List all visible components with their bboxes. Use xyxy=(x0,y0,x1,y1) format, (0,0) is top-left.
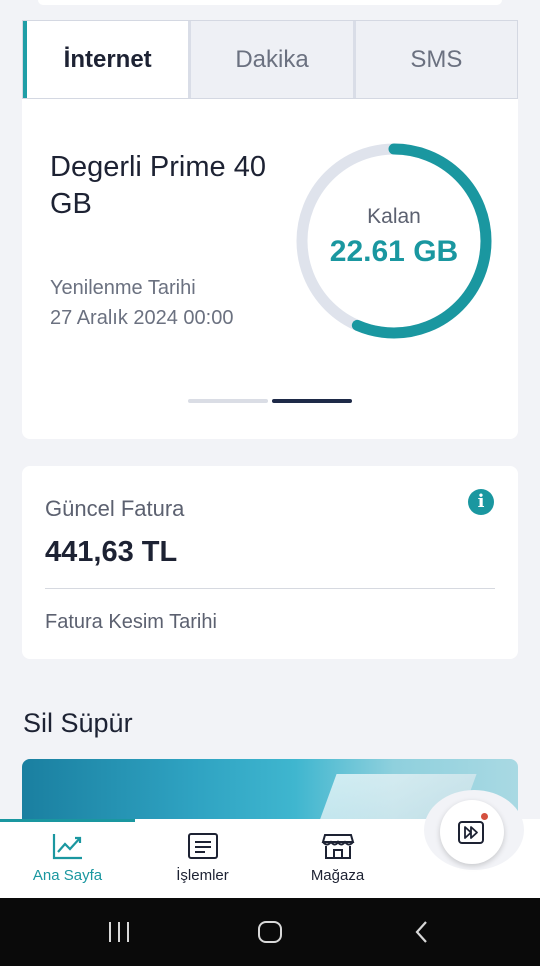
fab-button[interactable] xyxy=(440,800,504,864)
bill-cut-date-label: Fatura Kesim Tarihi xyxy=(45,611,217,633)
store-icon xyxy=(321,834,354,859)
nav-item-ana-sayfa[interactable]: Ana Sayfa xyxy=(0,831,135,884)
bill-card[interactable]: Güncel Fatura i 441,63 TL Fatura Kesim T… xyxy=(22,466,518,659)
renewal-date: 27 Aralık 2024 00:00 xyxy=(50,307,234,329)
system-navigation-bar xyxy=(0,898,540,966)
carousel-indicator xyxy=(188,399,352,403)
tab-internet[interactable]: İnternet xyxy=(23,21,189,98)
bill-title: Güncel Fatura xyxy=(45,496,185,521)
section-title: Sil Süpür xyxy=(23,708,133,738)
back-icon[interactable] xyxy=(410,920,434,944)
nav-active-indicator xyxy=(0,819,135,822)
chart-line-icon xyxy=(52,834,82,860)
tab-sms[interactable]: SMS xyxy=(355,21,517,98)
bill-amount: 441,63 TL xyxy=(45,536,178,568)
usage-tabs: İnternet Dakika SMS xyxy=(22,20,518,99)
carousel-dot[interactable] xyxy=(188,399,268,403)
renewal-label: Yenilenme Tarihi xyxy=(50,277,196,299)
nav-item-magaza[interactable]: Mağaza xyxy=(270,831,405,884)
tab-dakika[interactable]: Dakika xyxy=(191,21,353,98)
nav-label-islemler: İşlemler xyxy=(176,867,229,884)
receipt-icon xyxy=(187,833,218,859)
previous-card-edge xyxy=(38,0,502,5)
notification-dot xyxy=(479,811,490,822)
remaining-label: Kalan xyxy=(367,205,421,228)
remaining-value: 22.61 GB xyxy=(329,235,459,268)
home-icon[interactable] xyxy=(256,920,284,944)
nav-label-ana-sayfa: Ana Sayfa xyxy=(32,867,103,884)
nav-item-islemler[interactable]: İşlemler xyxy=(135,831,270,884)
carousel-dot-active[interactable] xyxy=(272,399,352,403)
nav-label-magaza: Mağaza xyxy=(310,867,365,884)
package-name: Degerli Prime 40 GB xyxy=(50,151,266,220)
info-icon[interactable]: i xyxy=(468,489,494,515)
usage-card[interactable]: Degerli Prime 40 GB Yenilenme Tarihi 27 … xyxy=(22,99,518,439)
divider xyxy=(45,588,495,589)
recent-apps-icon[interactable] xyxy=(106,920,132,944)
